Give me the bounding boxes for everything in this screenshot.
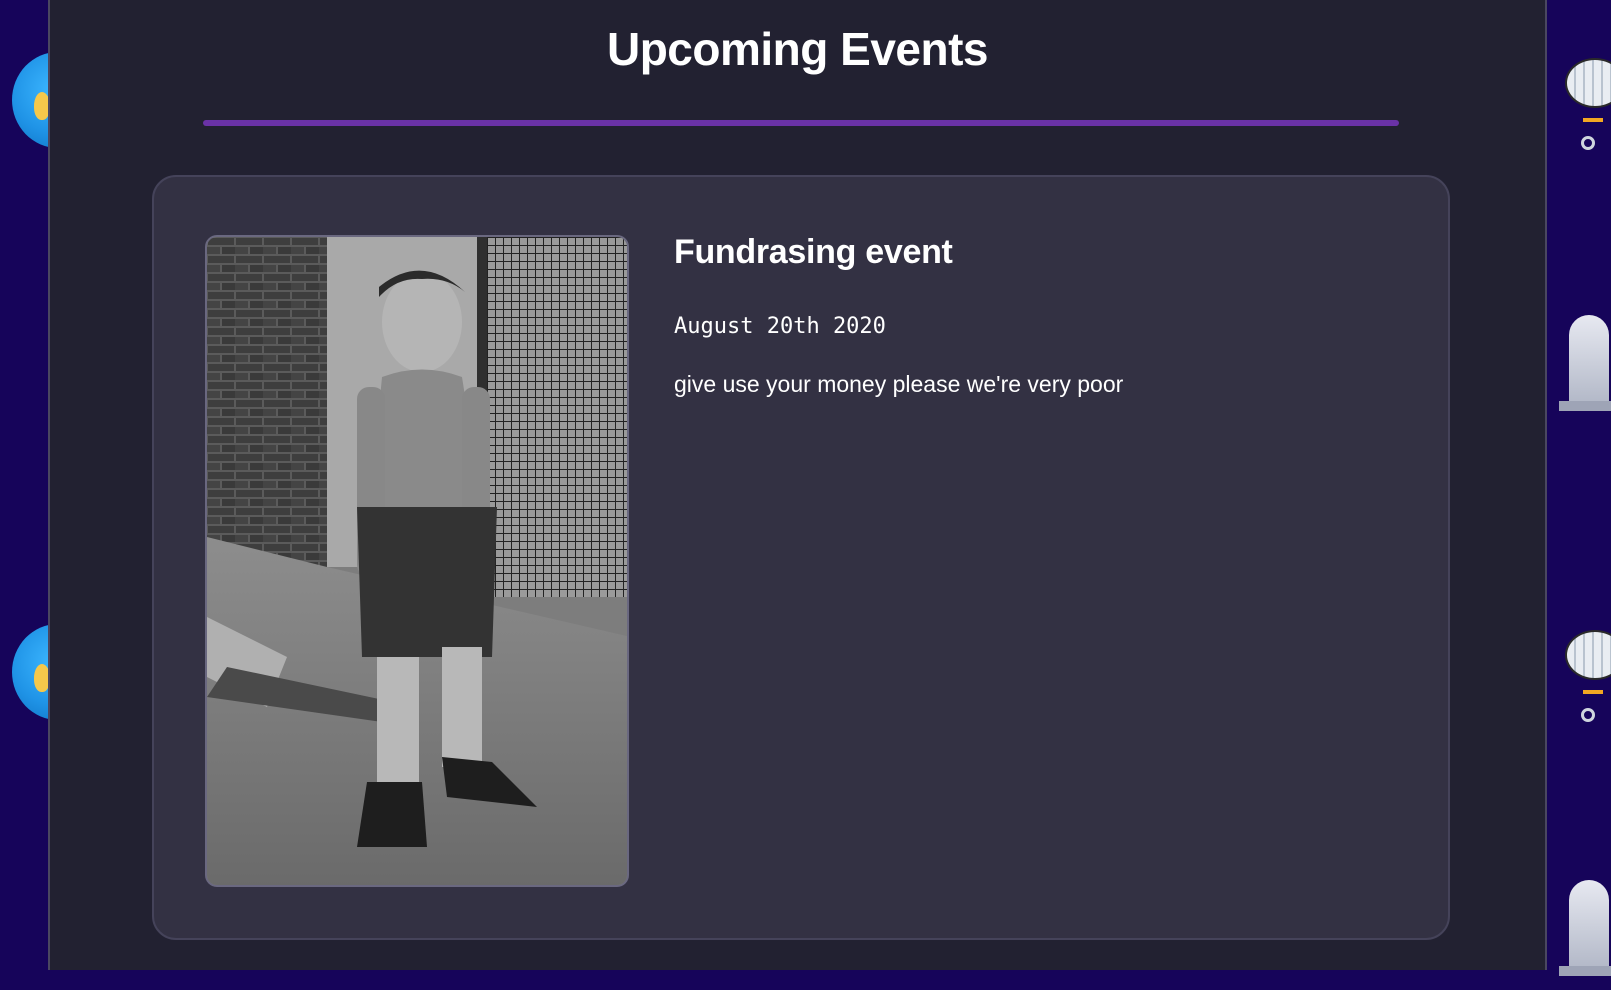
main-content-column: Upcoming Events Fundrasing event August …	[48, 0, 1547, 970]
page-title: Upcoming Events	[606, 23, 989, 75]
event-info: Fundrasing event August 20th 2020 give u…	[674, 233, 1394, 398]
hot-air-balloon-icon	[1547, 50, 1611, 160]
event-title: Fundrasing event	[674, 233, 953, 271]
event-photo	[205, 235, 629, 887]
title-divider	[203, 120, 1399, 126]
hot-air-balloon-icon	[1547, 622, 1611, 732]
globe-icon	[0, 622, 52, 722]
rocket-icon	[1547, 315, 1611, 425]
rocket-icon	[1547, 880, 1611, 990]
event-card: Fundrasing event August 20th 2020 give u…	[152, 175, 1450, 940]
event-description: give use your money please we're very po…	[674, 371, 1124, 397]
event-date: August 20th 2020	[674, 314, 886, 339]
globe-icon	[0, 50, 52, 150]
